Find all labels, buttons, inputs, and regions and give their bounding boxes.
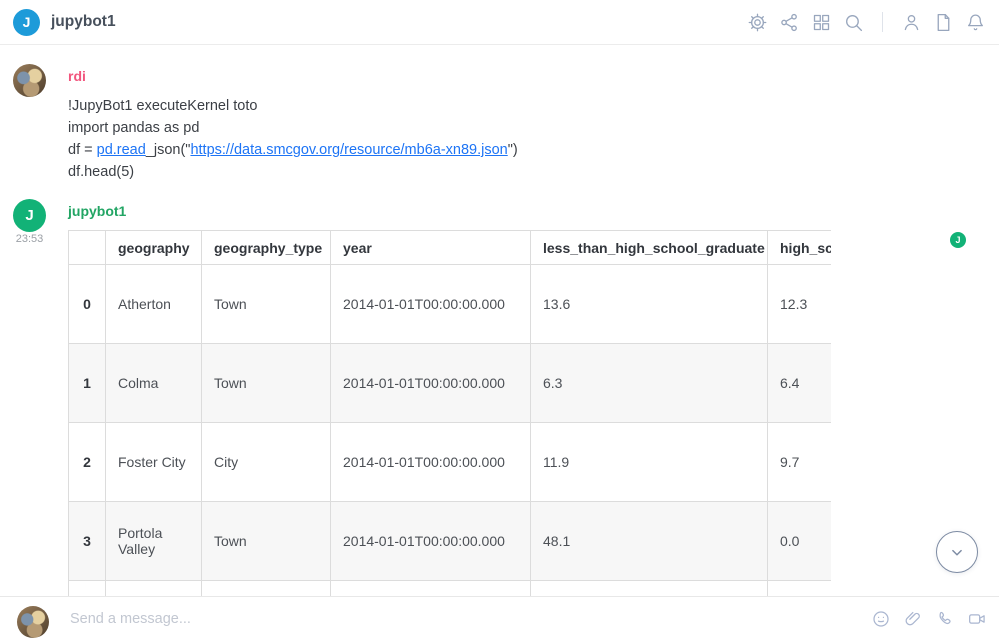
table-cell: Colma	[106, 344, 202, 423]
table-header-row: geographygeography_typeyearless_than_hig…	[69, 231, 832, 265]
phone-icon[interactable]	[935, 609, 955, 629]
table-cell: 11.9	[531, 423, 768, 502]
link-pd-read[interactable]: pd.read	[97, 142, 146, 158]
code-text: ")	[508, 142, 518, 158]
column-header	[69, 231, 106, 265]
table-row	[69, 581, 832, 597]
emoji-icon[interactable]	[871, 609, 891, 629]
jump-to-bottom-button[interactable]	[936, 531, 978, 573]
table-cell: 1	[69, 344, 106, 423]
column-header: high_sc	[768, 231, 832, 265]
channel-title: jupybot1	[51, 13, 116, 31]
table-cell: 3	[69, 502, 106, 581]
table-cell: 13.6	[531, 265, 768, 344]
table-cell: 0	[69, 265, 106, 344]
attachment-icon[interactable]	[903, 609, 923, 629]
settings-icon[interactable]	[747, 12, 768, 33]
table-cell: City	[202, 423, 331, 502]
table-cell	[202, 581, 331, 597]
bot-username[interactable]: jupybot1	[68, 203, 126, 219]
table-cell	[106, 581, 202, 597]
table-cell: 2014-01-01T00:00:00.000	[331, 344, 531, 423]
dataframe-table: geographygeography_typeyearless_than_hig…	[68, 230, 831, 596]
message-input[interactable]	[70, 597, 830, 640]
table-cell: 6.4	[768, 344, 832, 423]
table-cell: 2	[69, 423, 106, 502]
bot-avatar[interactable]: J	[13, 199, 46, 232]
message-list: rdi !JupyBot1 executeKernel toto import …	[0, 45, 999, 596]
apps-grid-icon[interactable]	[811, 12, 832, 33]
header-divider	[882, 12, 883, 32]
table-cell: Town	[202, 502, 331, 581]
link-data-url[interactable]: https://data.smcgov.org/resource/mb6a-xn…	[190, 142, 507, 158]
message-line: df = pd.read_json("https://data.smcgov.o…	[68, 139, 518, 161]
column-header: less_than_high_school_graduate	[531, 231, 768, 265]
dataframe-table-container: geographygeography_typeyearless_than_hig…	[68, 230, 831, 596]
table-cell: 6.3	[531, 344, 768, 423]
table-cell: Town	[202, 344, 331, 423]
table-cell	[69, 581, 106, 597]
message-line: import pandas as pd	[68, 117, 518, 139]
table-cell: 48.1	[531, 502, 768, 581]
table-cell: 0.0	[768, 502, 832, 581]
user-icon[interactable]	[901, 12, 922, 33]
message-line: !JupyBot1 executeKernel toto	[68, 95, 518, 117]
table-cell: 9.7	[768, 423, 832, 502]
table-cell: Foster City	[106, 423, 202, 502]
file-icon[interactable]	[933, 12, 954, 33]
table-cell: 12.3	[768, 265, 832, 344]
code-text: _json("	[146, 142, 191, 158]
table-cell: Portola Valley	[106, 502, 202, 581]
table-cell: Atherton	[106, 265, 202, 344]
user-avatar[interactable]	[13, 64, 46, 97]
table-row: 3Portola ValleyTown2014-01-01T00:00:00.0…	[69, 502, 832, 581]
table-row: 2Foster CityCity2014-01-01T00:00:00.0001…	[69, 423, 832, 502]
table-cell	[331, 581, 531, 597]
table-cell: Town	[202, 265, 331, 344]
channel-avatar[interactable]: J	[13, 9, 40, 36]
column-header: year	[331, 231, 531, 265]
channel-header: J jupybot1	[0, 0, 999, 45]
message-composer	[0, 596, 999, 639]
bot-status-badge: J	[950, 232, 966, 248]
table-cell: 2014-01-01T00:00:00.000	[331, 265, 531, 344]
table-cell: 2014-01-01T00:00:00.000	[331, 502, 531, 581]
message-timestamp: 23:53	[7, 233, 52, 245]
code-text: df =	[68, 142, 97, 158]
composer-user-avatar	[17, 606, 49, 638]
message-body: !JupyBot1 executeKernel toto import pand…	[68, 95, 518, 183]
table-cell	[531, 581, 768, 597]
table-row: 1ColmaTown2014-01-01T00:00:00.0006.36.4	[69, 344, 832, 423]
table-cell: 2014-01-01T00:00:00.000	[331, 423, 531, 502]
chevron-down-icon	[946, 541, 968, 563]
table-cell	[768, 581, 832, 597]
bell-icon[interactable]	[965, 12, 986, 33]
column-header: geography	[106, 231, 202, 265]
message-line: df.head(5)	[68, 161, 518, 183]
username[interactable]: rdi	[68, 68, 86, 84]
table-row: 0AthertonTown2014-01-01T00:00:00.00013.6…	[69, 265, 832, 344]
video-icon[interactable]	[967, 609, 987, 629]
column-header: geography_type	[202, 231, 331, 265]
share-icon[interactable]	[779, 12, 800, 33]
search-icon[interactable]	[843, 12, 864, 33]
